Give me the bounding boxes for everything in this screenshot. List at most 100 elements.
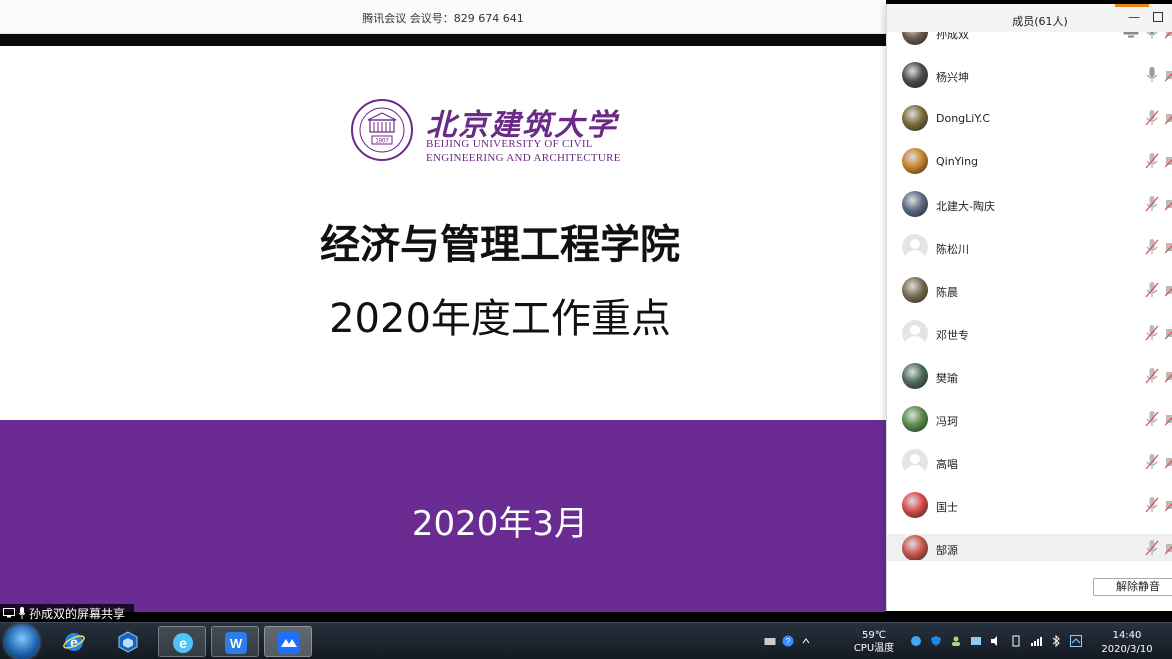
svg-text:e: e <box>179 635 187 651</box>
camera-off-icon[interactable] <box>1165 369 1172 383</box>
university-seal-icon: 1907 <box>351 99 413 161</box>
start-button[interactable] <box>5 625 39 659</box>
member-avatar <box>902 62 928 88</box>
microphone-icon[interactable] <box>1145 32 1159 41</box>
network-device-icon[interactable] <box>970 635 982 647</box>
member-name: 北建大-陶庆 <box>936 200 995 213</box>
members-panel-header: 成员(61人) — <box>887 4 1172 32</box>
svg-text:?: ? <box>786 637 791 646</box>
meeting-title: 腾讯会议 会议号：829 674 641 <box>362 12 524 25</box>
taskbar-ie-button[interactable]: e <box>50 626 98 657</box>
screen-share-border <box>0 34 886 46</box>
camera-off-icon[interactable] <box>1165 240 1172 254</box>
camera-off-icon[interactable] <box>1165 283 1172 297</box>
member-name: 陈松川 <box>936 243 969 256</box>
shield-icon[interactable] <box>930 635 942 647</box>
member-row[interactable]: DongLiY.C <box>887 104 1172 147</box>
member-row[interactable]: 冯珂 <box>887 405 1172 448</box>
camera-off-icon[interactable] <box>1165 455 1172 469</box>
users-icon[interactable] <box>950 635 962 647</box>
slide-subtitle: 2020年度工作重点 <box>329 296 671 342</box>
volume-icon[interactable] <box>990 635 1002 647</box>
member-name: 郜源 <box>936 544 958 557</box>
member-row[interactable]: 陈晨 <box>887 276 1172 319</box>
member-avatar <box>902 449 928 475</box>
slide-date: 2020年3月 <box>411 504 589 544</box>
screen-share-icon[interactable] <box>1123 32 1139 38</box>
microphone-icon[interactable] <box>1145 66 1159 84</box>
member-list[interactable]: 孙成双杨兴坤 DongLiY.C QinYing 北建大-陶庆 陈松川陈晨邓世专樊瑜冯珂… <box>887 32 1172 560</box>
battery-icon[interactable] <box>1010 635 1022 647</box>
member-name: 孙成双 <box>936 32 969 41</box>
microphone-muted-icon[interactable] <box>1145 195 1159 213</box>
member-row[interactable]: 陈松川 <box>887 233 1172 276</box>
slide-purple-band: 2020年3月 <box>0 420 886 612</box>
meeting-title-bar: 腾讯会议 会议号：829 674 641 <box>0 0 886 34</box>
member-row[interactable]: 国士 <box>887 491 1172 534</box>
camera-off-icon[interactable] <box>1165 154 1172 168</box>
taskbar-360-browser-button[interactable]: e <box>158 626 206 657</box>
camera-off-icon[interactable] <box>1165 498 1172 512</box>
member-row[interactable]: QinYing <box>887 147 1172 190</box>
camera-off-icon[interactable] <box>1165 111 1172 125</box>
microphone-muted-icon[interactable] <box>1145 152 1159 170</box>
cloud-icon[interactable] <box>1070 635 1082 647</box>
system-clock[interactable]: 14:40 2020/3/10 <box>1090 629 1164 657</box>
maximize-button[interactable] <box>1153 12 1163 22</box>
camera-off-icon[interactable] <box>1165 197 1172 211</box>
tray-expand-icon[interactable] <box>800 635 812 647</box>
signal-icon[interactable] <box>1030 635 1042 647</box>
microphone-muted-icon[interactable] <box>1145 367 1159 385</box>
help-icon[interactable]: ? <box>782 635 794 647</box>
member-avatar <box>902 105 928 131</box>
camera-off-icon[interactable] <box>1165 32 1172 39</box>
browser-icon: e <box>173 633 193 653</box>
panel-divider <box>887 560 1172 561</box>
camera-off-icon[interactable] <box>1165 68 1172 82</box>
shared-slide: 1907 北京建筑大学 BEIJING UNIVERSITY OF CIVIL … <box>0 46 886 612</box>
microphone-muted-icon[interactable] <box>1145 410 1159 428</box>
microphone-muted-icon[interactable] <box>1145 539 1159 557</box>
taskbar-virtualbox-button[interactable] <box>104 626 152 657</box>
taskbar-tencent-meeting-button[interactable] <box>264 626 312 657</box>
camera-off-icon[interactable] <box>1165 326 1172 340</box>
member-row[interactable]: 樊瑜 <box>887 362 1172 405</box>
member-name: 邓世专 <box>936 329 969 342</box>
camera-off-icon[interactable] <box>1165 412 1172 426</box>
screen-share-label: 孙成双的屏幕共享 <box>0 604 134 622</box>
member-row[interactable]: 杨兴坤 <box>887 61 1172 104</box>
taskbar-wps-button[interactable]: W <box>211 626 259 657</box>
microphone-muted-icon[interactable] <box>1145 496 1159 514</box>
slide-title: 经济与管理工程学院 <box>320 222 680 268</box>
microphone-muted-icon[interactable] <box>1145 453 1159 471</box>
keyboard-icon[interactable] <box>764 635 776 647</box>
member-avatar <box>902 406 928 432</box>
unmute-all-button[interactable]: 解除静音 <box>1093 578 1172 596</box>
member-name: 杨兴坤 <box>936 71 969 84</box>
bluetooth-icon[interactable] <box>1050 635 1062 647</box>
temperature-value: 59℃ <box>862 630 886 641</box>
member-name: 冯珂 <box>936 415 958 428</box>
member-row[interactable]: 郜源 <box>887 534 1172 560</box>
system-tray: ? 59℃ CPU温度 14:40 2020/3/10 <box>760 623 1172 659</box>
minimize-button[interactable]: — <box>1127 10 1141 24</box>
microphone-muted-icon[interactable] <box>1145 281 1159 299</box>
member-row[interactable]: 孙成双 <box>887 32 1172 61</box>
desktop: 腾讯会议 会议号：829 674 641 1907 北京建筑大学 BEIJING… <box>0 0 1172 659</box>
wps-writer-icon: W <box>225 632 247 654</box>
tencent-meeting-icon <box>278 632 300 654</box>
camera-off-icon[interactable] <box>1165 541 1172 555</box>
member-row[interactable]: 北建大-陶庆 <box>887 190 1172 233</box>
temperature-label: CPU温度 <box>853 643 895 654</box>
member-name: QinYing <box>936 155 979 168</box>
cpu-temperature: 59℃ CPU温度 <box>844 629 904 655</box>
member-name: 国士 <box>936 501 958 514</box>
logo-english-line2: ENGINEERING AND ARCHITECTURE <box>426 152 621 164</box>
member-row[interactable]: 高唱 <box>887 448 1172 491</box>
member-row[interactable]: 邓世专 <box>887 319 1172 362</box>
security-icon[interactable] <box>910 635 922 647</box>
microphone-muted-icon[interactable] <box>1145 324 1159 342</box>
microphone-muted-icon[interactable] <box>1145 238 1159 256</box>
microphone-muted-icon[interactable] <box>1145 109 1159 127</box>
microphone-icon <box>18 607 26 619</box>
